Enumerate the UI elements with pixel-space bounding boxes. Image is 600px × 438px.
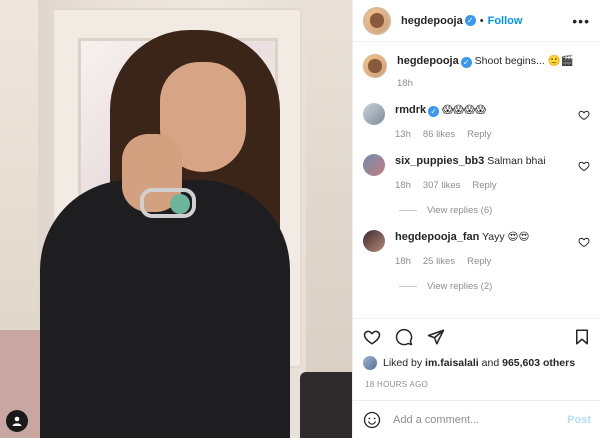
commenter-avatar[interactable]	[363, 103, 385, 125]
post-header: hegdepooja ✓ • Follow •••	[353, 0, 600, 42]
follow-button[interactable]: Follow	[488, 15, 523, 27]
add-comment-bar: Post	[353, 400, 600, 438]
post-actions-bar	[353, 318, 600, 354]
author-avatar[interactable]	[363, 6, 391, 35]
tagged-user-icon[interactable]	[6, 410, 28, 432]
caption-time: 18h	[397, 78, 413, 89]
comment-time: 13h	[395, 129, 411, 140]
background-bag	[300, 372, 352, 438]
view-replies-button[interactable]: View replies (2)	[399, 281, 590, 292]
verified-badge-icon: ✓	[464, 15, 476, 26]
reply-button[interactable]: Reply	[472, 180, 496, 191]
comment-username[interactable]: hegdepooja_fan	[395, 231, 479, 243]
comments-list[interactable]: hegdepooja ✓ Shoot begins... 🙂🎬 18h rmdrk…	[353, 42, 600, 316]
liker-username[interactable]: im.faisalali	[425, 357, 479, 369]
view-replies-button[interactable]: View replies (6)	[399, 205, 590, 216]
likes-prefix: Liked by	[383, 357, 423, 369]
comment-item: six_puppies_bb3 Salman bhai 18h 307 like…	[363, 154, 590, 191]
author-username[interactable]: hegdepooja	[401, 15, 463, 27]
separator-dot: •	[479, 14, 484, 27]
comment-like-heart-icon[interactable]	[578, 236, 590, 248]
share-icon[interactable]	[427, 328, 445, 346]
replies-divider	[399, 210, 417, 211]
caption-author[interactable]: hegdepooja	[397, 55, 459, 67]
likes-summary: Liked by im.faisalali and 965,603 others	[363, 356, 575, 370]
verified-badge-icon: ✓	[460, 57, 472, 68]
bookmark-icon[interactable]	[573, 328, 591, 346]
comment-time: 18h	[395, 180, 411, 191]
liker-avatar[interactable]	[363, 356, 377, 370]
view-replies-label: View replies (6)	[427, 205, 493, 216]
likes-others[interactable]: 965,603 others	[502, 357, 575, 369]
comment-like-heart-icon[interactable]	[578, 160, 590, 172]
subject-shirt	[40, 180, 290, 438]
post-photo[interactable]	[0, 0, 352, 438]
comment-likes[interactable]: 25 likes	[423, 256, 455, 267]
comment-likes[interactable]: 86 likes	[423, 129, 455, 140]
post-timestamp[interactable]: 18 HOURS AGO	[365, 380, 428, 389]
heart-icon[interactable]	[363, 328, 381, 346]
comment-likes[interactable]: 307 likes	[423, 180, 461, 191]
post-side-panel: hegdepooja ✓ • Follow ••• hegdepooja ✓ Sh…	[352, 0, 600, 438]
comment-icon[interactable]	[395, 328, 413, 346]
more-icon[interactable]: •••	[572, 13, 590, 29]
comment-input[interactable]	[393, 413, 568, 426]
comment-text: Salman bhai	[487, 155, 546, 167]
comment-username[interactable]: six_puppies_bb3	[395, 155, 484, 167]
comment-item: rmdrk ✓ 😱😱😱😱 13h 86 likes Reply	[363, 103, 590, 140]
caption: hegdepooja ✓ Shoot begins... 🙂🎬 18h	[363, 54, 590, 89]
commenter-avatar[interactable]	[363, 230, 385, 252]
commenter-avatar[interactable]	[363, 154, 385, 176]
comment-username[interactable]: rmdrk	[395, 104, 426, 116]
emoji-icon[interactable]	[363, 411, 381, 429]
replies-divider	[399, 286, 417, 287]
comment-text: 😱😱😱😱	[442, 104, 486, 116]
comment-text: Yayy 😍😍	[482, 231, 530, 243]
comment-time: 18h	[395, 256, 411, 267]
caption-text: Shoot begins... 🙂🎬	[474, 55, 574, 67]
comment-item: hegdepooja_fan Yayy 😍😍 18h 25 likes Repl…	[363, 230, 590, 267]
view-replies-label: View replies (2)	[427, 281, 493, 292]
reply-button[interactable]: Reply	[467, 129, 491, 140]
likes-joiner: and	[481, 357, 500, 369]
verified-badge-icon: ✓	[428, 106, 440, 117]
reply-button[interactable]: Reply	[467, 256, 491, 267]
subject-watch-face	[170, 194, 190, 214]
caption-author-avatar[interactable]	[363, 54, 387, 78]
comment-like-heart-icon[interactable]	[578, 109, 590, 121]
post-comment-button[interactable]: Post	[567, 414, 591, 426]
